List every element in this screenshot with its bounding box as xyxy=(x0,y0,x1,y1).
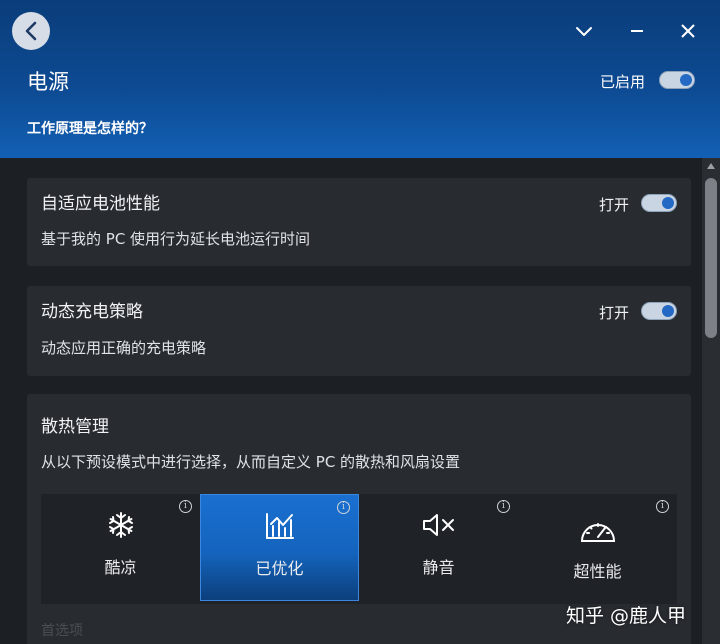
back-button[interactable] xyxy=(12,12,50,50)
card-title: 散热管理 xyxy=(41,417,109,437)
chevron-down-icon xyxy=(576,27,592,36)
dynamic-charging-toggle[interactable] xyxy=(641,302,677,320)
toggle-knob xyxy=(680,74,692,86)
info-icon[interactable]: i xyxy=(497,500,510,513)
thermal-mode-selector: i 酷凉 i 已优化 i 静音 i 超性能 xyxy=(41,494,677,604)
mode-quiet[interactable]: i 静音 xyxy=(359,494,518,601)
watermark: 知乎 @鹿人甲 xyxy=(566,605,687,627)
mode-optimized[interactable]: i 已优化 xyxy=(200,494,359,601)
speedometer-icon xyxy=(579,516,617,546)
info-icon[interactable]: i xyxy=(337,501,350,514)
info-icon[interactable]: i xyxy=(656,500,669,513)
card-description: 从以下预设模式中进行选择，从而自定义 PC 的散热和风扇设置 xyxy=(41,453,461,471)
snowflake-icon xyxy=(107,510,135,540)
toggle-knob xyxy=(662,305,674,317)
header: 电源 已启用 工作原理是怎样的？ xyxy=(0,0,720,158)
mode-label: 已优化 xyxy=(255,559,304,578)
next-section-label: 首选项 xyxy=(41,623,83,639)
page-title: 电源 xyxy=(27,70,69,94)
card-title: 动态充电策略 xyxy=(41,302,143,322)
adaptive-battery-card: 自适应电池性能 基于我的 PC 使用行为延长电池运行时间 打开 xyxy=(27,178,691,266)
card-description: 基于我的 PC 使用行为延长电池运行时间 xyxy=(41,230,311,248)
toggle-knob xyxy=(662,197,674,209)
minimize-button[interactable] xyxy=(622,18,652,44)
settings-content: 自适应电池性能 基于我的 PC 使用行为延长电池运行时间 打开 动态充电策略 动… xyxy=(0,158,702,644)
close-button[interactable] xyxy=(673,18,703,44)
toggle-label: 打开 xyxy=(599,196,630,214)
optimized-chart-icon xyxy=(265,511,295,541)
mode-ultra-performance[interactable]: i 超性能 xyxy=(518,494,677,601)
mode-label: 酷凉 xyxy=(104,558,137,577)
dynamic-charging-card: 动态充电策略 动态应用正确的充电策略 打开 xyxy=(27,286,691,376)
how-it-works-link[interactable]: 工作原理是怎样的？ xyxy=(27,118,153,138)
scrollbar-thumb[interactable] xyxy=(705,178,717,338)
power-enabled-toggle[interactable] xyxy=(659,71,695,89)
scroll-up-icon[interactable] xyxy=(707,163,715,169)
card-title: 自适应电池性能 xyxy=(41,194,160,214)
mode-label: 超性能 xyxy=(573,562,622,581)
mode-label: 静音 xyxy=(422,558,455,577)
adaptive-battery-toggle[interactable] xyxy=(641,194,677,212)
chevron-left-icon xyxy=(25,21,37,41)
collapse-button[interactable] xyxy=(569,18,599,44)
close-icon xyxy=(681,24,695,38)
toggle-label: 打开 xyxy=(599,304,630,322)
enabled-label: 已启用 xyxy=(600,73,646,91)
info-icon[interactable]: i xyxy=(179,500,192,513)
card-description: 动态应用正确的充电策略 xyxy=(41,339,207,357)
mute-speaker-icon xyxy=(422,510,456,540)
mode-cool[interactable]: i 酷凉 xyxy=(41,494,200,601)
minimize-icon xyxy=(631,30,643,32)
scrollbar[interactable] xyxy=(702,158,720,644)
